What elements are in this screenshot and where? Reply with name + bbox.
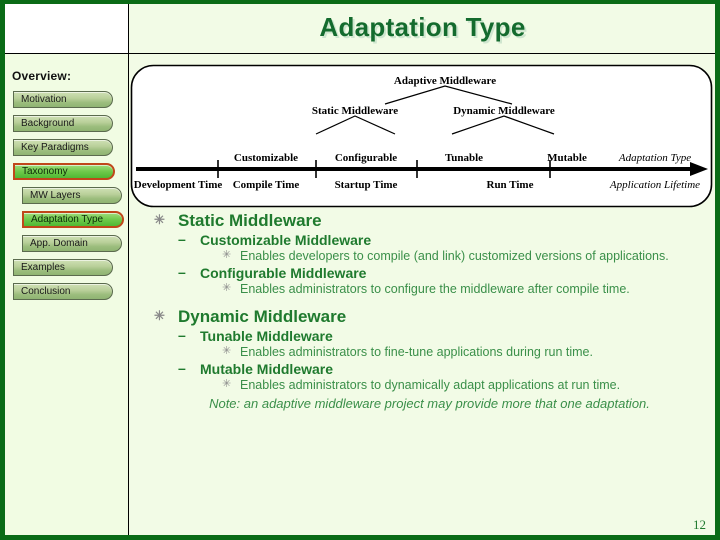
- sidebar-item-background[interactable]: Background: [13, 115, 113, 132]
- bullet-marker-level3-icon: ✳: [222, 282, 232, 294]
- bullet-level3-text: Enables administrators to fine-tune appl…: [240, 345, 593, 359]
- bullet-level2: – Tunable Middleware: [130, 327, 715, 344]
- bullet-level2-text: Mutable Middleware: [200, 361, 334, 377]
- diagram-phase-label-startup: Startup Time: [335, 179, 398, 191]
- bullet-marker-level3-icon: ✳: [222, 249, 232, 261]
- bullet-marker-level3-icon: ✳: [222, 345, 232, 357]
- sidebar-item-label: MW Layers: [30, 190, 81, 201]
- bullet-level3: ✳ Enables administrators to dynamically …: [130, 377, 715, 393]
- title-band: Adaptation Type: [129, 4, 715, 54]
- sidebar-heading: Overview:: [12, 69, 72, 83]
- diagram-axis-row-label: Adaptation Type: [618, 152, 691, 164]
- bullet-level3: ✳ Enables administrators to fine-tune ap…: [130, 344, 715, 360]
- diagram-phase-label-development: Development Time: [134, 179, 223, 191]
- sidebar-item-label: Conclusion: [21, 286, 71, 297]
- diagram-leaf-label-mutable: Mutable: [547, 152, 587, 164]
- bullet-marker-level2-icon: –: [178, 264, 186, 280]
- bullet-level2: – Configurable Middleware: [130, 264, 715, 281]
- bullet-marker-level2-icon: –: [178, 231, 186, 247]
- bullet-marker-level2-icon: –: [178, 360, 186, 376]
- corner-logo-box: [5, 4, 129, 54]
- sidebar-item-adaptation-type[interactable]: Adaptation Type: [22, 211, 124, 228]
- bullet-level3: ✳ Enables administrators to configure th…: [130, 281, 715, 297]
- bullet-level1-text: Static Middleware: [178, 211, 322, 230]
- bullet-level1: ✳ Static Middleware: [130, 209, 715, 231]
- bullet-level2-text: Customizable Middleware: [200, 232, 372, 248]
- diagram-leaf-label-configurable: Configurable: [335, 152, 397, 164]
- sidebar-item-label: Background: [21, 118, 75, 129]
- sidebar-item-label: Adaptation Type: [31, 214, 104, 225]
- diagram-leaf-label-tunable: Tunable: [445, 152, 483, 164]
- sidebar-item-examples[interactable]: Examples: [13, 259, 113, 276]
- bullet-level3-text: Enables administrators to configure the …: [240, 282, 630, 296]
- sidebar-item-mw-layers[interactable]: MW Layers: [22, 187, 122, 204]
- sidebar-item-label: Motivation: [21, 94, 67, 105]
- diagram-branch-label-dynamic: Dynamic Middleware: [453, 105, 555, 117]
- sidebar-item-motivation[interactable]: Motivation: [13, 91, 113, 108]
- sidebar-item-app-domain[interactable]: App. Domain: [22, 235, 122, 252]
- bullet-marker-level1-icon: ✳: [154, 212, 165, 227]
- bullet-level2: – Mutable Middleware: [130, 360, 715, 377]
- page-number: 12: [693, 517, 706, 532]
- page-title: Adaptation Type: [319, 12, 526, 42]
- adaptation-taxonomy-diagram: Adaptive Middleware Static Middleware Dy…: [130, 64, 715, 212]
- sidebar-item-label: App. Domain: [30, 238, 88, 249]
- diagram-timeline-label: Application Lifetime: [609, 179, 700, 191]
- diagram-leaf-label-customizable: Customizable: [234, 152, 298, 164]
- bullet-marker-level1-icon: ✳: [154, 308, 165, 323]
- slide: Adaptation Type Overview: Motivation Bac…: [0, 0, 720, 540]
- diagram-phase-label-compile: Compile Time: [233, 179, 300, 191]
- sidebar-item-label: Key Paradigms: [21, 142, 89, 153]
- bullet-level2-text: Tunable Middleware: [200, 328, 333, 344]
- bullet-level2: – Customizable Middleware: [130, 231, 715, 248]
- bullet-level1: ✳ Dynamic Middleware: [130, 305, 715, 327]
- diagram-root-label: Adaptive Middleware: [394, 75, 496, 87]
- sidebar: Overview: Motivation Background Key Para…: [5, 54, 129, 535]
- bullet-level2-text: Configurable Middleware: [200, 265, 367, 281]
- slide-content: Adaptive Middleware Static Middleware Dy…: [130, 54, 715, 535]
- sidebar-item-conclusion[interactable]: Conclusion: [13, 283, 113, 300]
- bullet-marker-level3-icon: ✳: [222, 378, 232, 390]
- sidebar-item-label: Taxonomy: [22, 166, 68, 177]
- bullet-level3-text: Enables developers to compile (and link)…: [240, 249, 669, 263]
- bullet-level1-text: Dynamic Middleware: [178, 307, 347, 326]
- sidebar-item-taxonomy[interactable]: Taxonomy: [13, 163, 115, 180]
- footnote-text: Note: an adaptive middleware project may…: [209, 396, 650, 411]
- bullet-level3-text: Enables administrators to dynamically ad…: [240, 378, 621, 392]
- sidebar-item-key-paradigms[interactable]: Key Paradigms: [13, 139, 113, 156]
- sidebar-item-label: Examples: [21, 262, 65, 273]
- diagram-phase-label-runtime: Run Time: [487, 179, 534, 191]
- bullet-level3: ✳ Enables developers to compile (and lin…: [130, 248, 715, 264]
- bullet-marker-level2-icon: –: [178, 327, 186, 343]
- diagram-branch-label-static: Static Middleware: [312, 105, 398, 117]
- bullet-list: ✳ Static Middleware – Customizable Middl…: [130, 209, 715, 411]
